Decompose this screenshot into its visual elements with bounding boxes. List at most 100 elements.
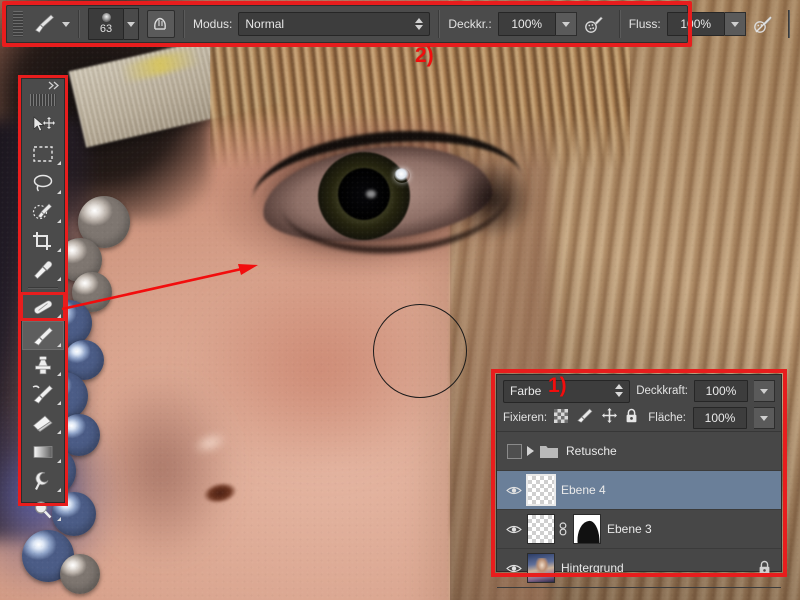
chevron-updown-icon xyxy=(615,383,624,397)
flow-input[interactable]: 100% xyxy=(666,12,725,36)
table-row[interactable]: Ebene 3 xyxy=(497,510,781,549)
layers-panel-blend-row: Farbe Deckkraft: 100% xyxy=(497,375,781,404)
layer-fill-dropdown-button[interactable] xyxy=(754,407,775,429)
chevron-down-icon xyxy=(760,415,768,421)
brush-tip-preview-icon xyxy=(101,13,111,22)
tool-healing-brush[interactable] xyxy=(22,292,64,321)
layers-list[interactable]: Retusche Ebene 4 Ebene 3 Hintergrund xyxy=(497,431,781,588)
brush-preset-dropdown-caret[interactable] xyxy=(62,21,70,27)
layer-locked-icon xyxy=(758,560,771,580)
brush-preset-icon[interactable] xyxy=(28,10,60,38)
opacity-dropdown-button[interactable] xyxy=(555,12,577,36)
lock-all-icon[interactable] xyxy=(625,408,638,428)
lock-position-icon[interactable] xyxy=(602,408,618,428)
tool-gradient[interactable] xyxy=(22,437,64,466)
layer-visibility-toggle[interactable] xyxy=(501,524,527,535)
layers-panel[interactable]: Farbe Deckkraft: 100% Fixieren: Fläche: … xyxy=(496,374,782,588)
opacity-input[interactable]: 100% xyxy=(497,12,556,36)
layer-opacity-input[interactable]: 100% xyxy=(694,380,748,402)
lock-transparency-icon[interactable] xyxy=(554,408,569,428)
flow-label: Fluss: xyxy=(628,17,661,31)
tool-dodge[interactable] xyxy=(22,466,64,495)
tool-brush[interactable] xyxy=(22,321,64,350)
paintbrush-icon xyxy=(33,326,53,346)
flyout-corner xyxy=(57,161,61,165)
tool-history-brush[interactable] xyxy=(22,379,64,408)
tablet-pressure-icon xyxy=(154,17,166,30)
tool-options-bar[interactable]: 63 Modus: Normal Deckkr.: 100% Fluss: 10… xyxy=(6,5,790,43)
tools-separator xyxy=(28,287,58,289)
flyout-corner xyxy=(57,488,61,492)
options-bar-grip[interactable] xyxy=(13,11,23,37)
chevron-down-icon xyxy=(561,21,570,27)
tablet-pressure-size-button[interactable] xyxy=(147,10,175,38)
tool-clone-stamp[interactable] xyxy=(22,350,64,379)
table-row[interactable]: Retusche xyxy=(497,432,781,471)
layer-visibility-toggle[interactable] xyxy=(501,563,527,574)
tool-eyedropper[interactable] xyxy=(22,255,64,284)
dodge-icon xyxy=(35,471,49,490)
tool-crop[interactable] xyxy=(22,226,64,255)
crop-icon xyxy=(33,231,51,250)
lock-image-pixels-icon[interactable] xyxy=(576,408,594,428)
flyout-corner xyxy=(57,277,61,281)
double-chevron-right-icon xyxy=(48,81,59,90)
tool-eraser[interactable] xyxy=(22,408,64,437)
opacity-value: 100% xyxy=(511,17,543,31)
layer-fill-input[interactable]: 100% xyxy=(693,407,747,429)
visibility-empty-box xyxy=(506,443,522,459)
annotation-marker-1: 1) xyxy=(548,374,567,397)
table-row[interactable]: Ebene 4 xyxy=(497,471,781,510)
fill-label: Fläche: xyxy=(648,412,686,424)
layer-name: Ebene 4 xyxy=(561,483,606,497)
brush-size-display[interactable]: 63 xyxy=(88,8,124,40)
magnifier-icon xyxy=(34,500,52,518)
brush-size-stepper[interactable] xyxy=(124,8,139,40)
chevron-right-icon[interactable] xyxy=(527,446,534,456)
eye-icon xyxy=(506,486,522,494)
layer-blend-mode-value: Farbe xyxy=(510,384,542,398)
tool-rectangular-marquee[interactable] xyxy=(22,139,64,168)
layer-thumbnail[interactable] xyxy=(527,514,555,544)
layer-visibility-toggle[interactable] xyxy=(501,485,527,496)
layer-visibility-toggle[interactable] xyxy=(501,443,527,459)
layer-mask-thumbnail[interactable] xyxy=(573,514,601,544)
table-row[interactable]: Hintergrund xyxy=(497,549,781,588)
layer-name: Hintergrund xyxy=(561,561,624,575)
flow-pressure-button[interactable] xyxy=(750,11,776,37)
flow-dropdown-button[interactable] xyxy=(724,12,746,36)
layer-thumbnail[interactable] xyxy=(526,474,556,506)
tool-lasso[interactable] xyxy=(22,168,64,197)
separator xyxy=(78,10,80,38)
annotation-marker-2: 2) xyxy=(415,44,434,67)
opacity-pressure-button[interactable] xyxy=(581,11,607,37)
tool-move[interactable] xyxy=(22,110,64,139)
layers-panel-lock-row: Fixieren: Fläche: 100% xyxy=(497,404,781,430)
layer-thumbnail[interactable] xyxy=(527,553,555,583)
gradient-icon xyxy=(33,445,53,458)
lasso-icon xyxy=(33,174,53,192)
layer-name: Ebene 3 xyxy=(607,522,652,536)
tool-zoom[interactable] xyxy=(22,495,64,524)
tools-panel-grip[interactable] xyxy=(30,94,56,106)
eye-icon xyxy=(506,564,522,572)
flyout-corner xyxy=(57,248,61,252)
separator xyxy=(183,10,185,38)
flyout-corner xyxy=(57,314,61,318)
blend-mode-select[interactable]: Normal xyxy=(238,12,431,36)
layer-opacity-dropdown-button[interactable] xyxy=(754,380,775,402)
healing-brush-icon xyxy=(34,299,53,314)
airbrush-pressure-opacity-icon xyxy=(584,16,603,33)
tool-quick-selection[interactable] xyxy=(22,197,64,226)
history-brush-icon xyxy=(32,384,53,404)
layer-opacity-value: 100% xyxy=(705,384,737,398)
tools-panel[interactable] xyxy=(21,78,65,521)
chevron-down-icon xyxy=(760,388,768,394)
airbrush-pressure-flow-icon xyxy=(753,16,772,33)
eyedropper-icon xyxy=(34,260,53,279)
flyout-corner xyxy=(57,343,61,347)
clone-stamp-icon xyxy=(35,355,51,374)
brush-size-value: 63 xyxy=(99,23,113,35)
tools-panel-collapse[interactable] xyxy=(22,79,64,92)
link-icon[interactable] xyxy=(557,522,569,536)
